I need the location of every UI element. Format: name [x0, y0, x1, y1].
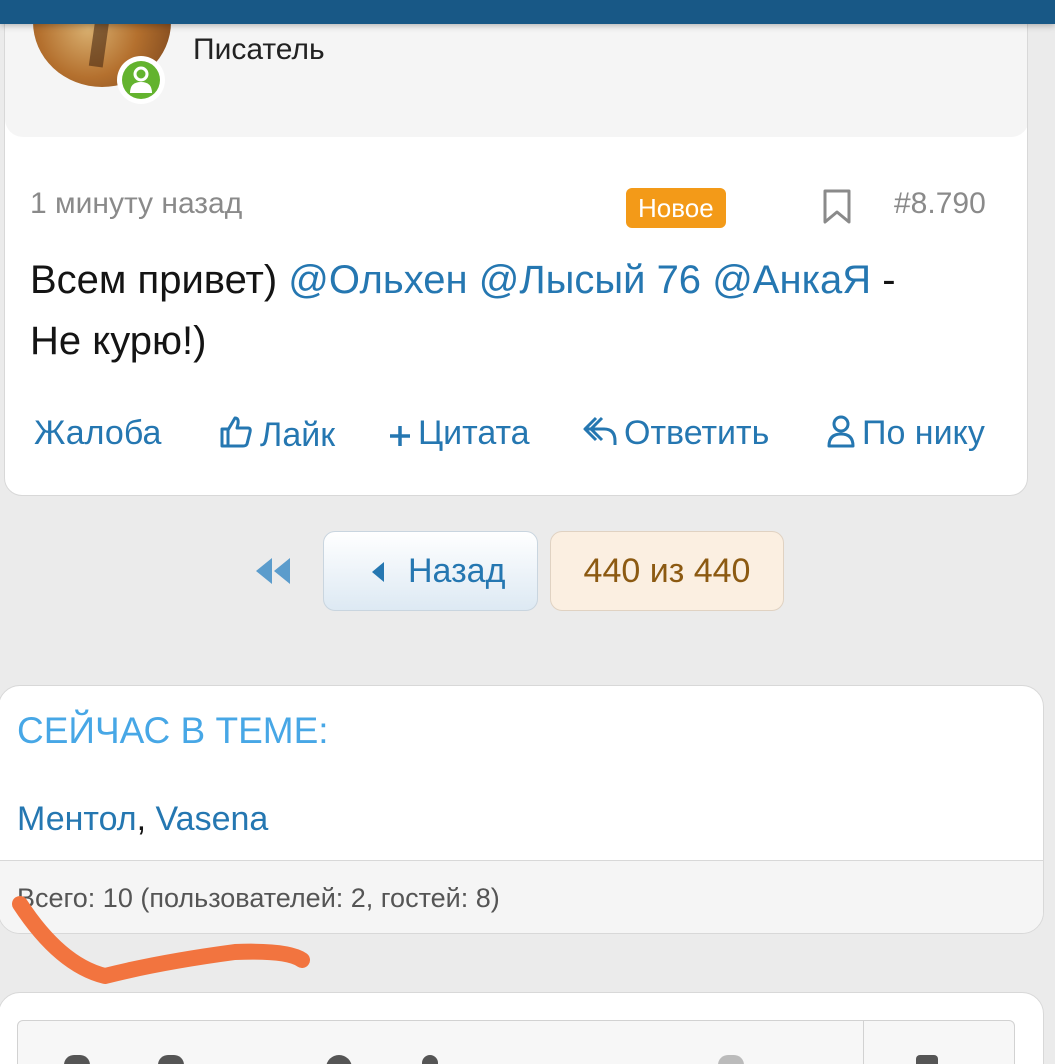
online-status-badge: [117, 56, 165, 104]
plus-icon: [390, 426, 410, 446]
chevron-left-icon: [372, 562, 384, 582]
quote-button[interactable]: Цитата: [388, 414, 530, 453]
mention-link[interactable]: @АнкаЯ: [712, 258, 871, 302]
post-message: Всем привет) @Ольхен @Лысый 76 @АнкаЯ - …: [30, 250, 1010, 372]
message-text: -: [882, 258, 896, 302]
link-icon[interactable]: [422, 1055, 438, 1064]
reply-icon: [583, 416, 617, 445]
like-button[interactable]: Лайк: [218, 414, 335, 455]
page-indicator-button[interactable]: 440 из 440: [550, 531, 784, 611]
user-link[interactable]: Vasena: [156, 800, 269, 838]
thumbs-up-icon: [220, 416, 252, 448]
message-text: Всем привет): [30, 258, 278, 302]
author-rank: Писатель: [193, 33, 325, 66]
mention-link[interactable]: @Лысый 76: [479, 258, 701, 302]
editor-toolbar: [17, 1020, 1015, 1064]
new-badge: Новое: [626, 188, 726, 228]
reply-button[interactable]: Ответить: [582, 414, 769, 453]
mention-link[interactable]: @Ольхен: [288, 258, 467, 302]
by-nick-button[interactable]: По нику: [826, 414, 985, 453]
double-chevron-left-icon[interactable]: [252, 556, 294, 586]
post-actions: Жалоба Лайк Цитата Ответить По нику: [30, 414, 1010, 454]
person-icon: [827, 415, 855, 448]
attach-icon[interactable]: [916, 1055, 938, 1064]
undo-icon[interactable]: [718, 1055, 744, 1064]
post-number[interactable]: #8.790: [894, 187, 986, 221]
reply-editor: [0, 992, 1044, 1064]
message-text: Не курю!): [30, 319, 207, 363]
bold-icon[interactable]: [64, 1055, 90, 1064]
emoji-icon[interactable]: [326, 1055, 352, 1064]
report-link[interactable]: Жалоба: [34, 414, 161, 453]
top-app-bar: [0, 0, 1055, 24]
online-users-list: Ментол, Vasena: [17, 800, 269, 838]
online-now-title: СЕЙЧАС В ТЕМЕ:: [17, 710, 329, 751]
post-time[interactable]: 1 минуту назад: [30, 187, 242, 221]
user-link[interactable]: Ментол: [17, 800, 137, 838]
annotation-stroke: [12, 896, 310, 984]
bookmark-icon[interactable]: [818, 188, 856, 226]
italic-icon[interactable]: [158, 1055, 184, 1064]
back-button[interactable]: Назад: [323, 531, 538, 611]
toolbar-separator: [863, 1021, 864, 1064]
user-icon: [130, 66, 152, 93]
